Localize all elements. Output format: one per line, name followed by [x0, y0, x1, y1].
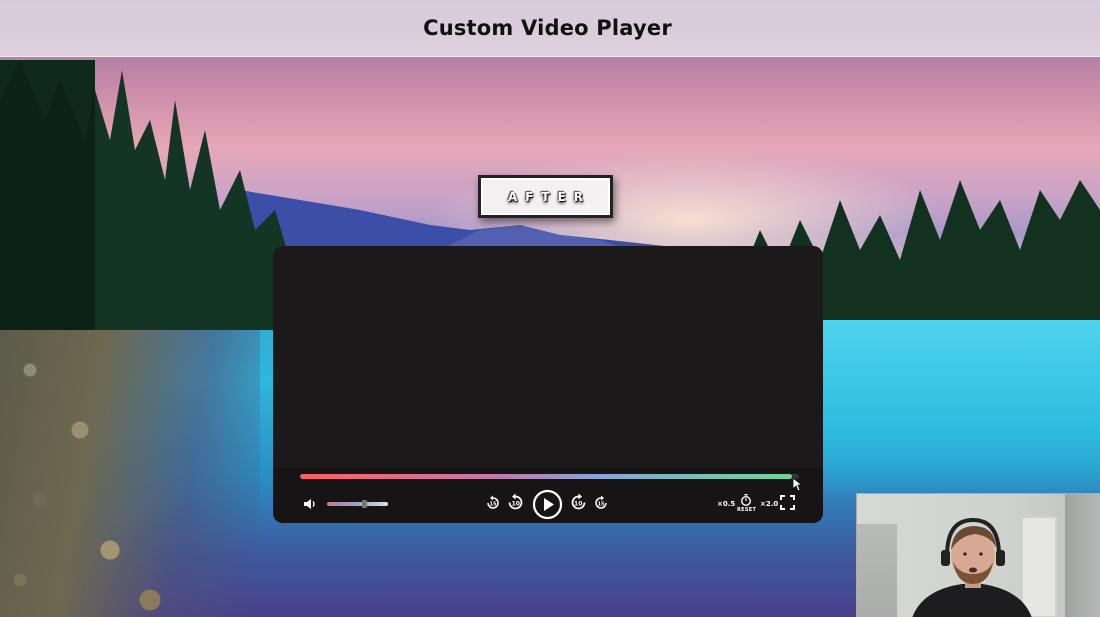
- forward-icon: 10: [571, 493, 586, 510]
- volume-thumb[interactable]: [361, 500, 367, 508]
- faster-speed-button[interactable]: ×2.0: [760, 500, 778, 508]
- rocky-shore: [0, 310, 260, 617]
- webcam-overlay: [856, 493, 1100, 617]
- play-icon: [532, 489, 563, 520]
- webcam-door-frame: [1065, 494, 1100, 617]
- after-badge: AFTER: [478, 175, 613, 218]
- rewind-15-label: 15: [490, 502, 497, 508]
- progress-bar[interactable]: [300, 474, 799, 479]
- lake-shine: [820, 320, 1100, 500]
- page-header: Custom Video Player: [0, 0, 1100, 57]
- fullscreen-button[interactable]: [780, 495, 795, 510]
- forward-15-label: 15: [598, 502, 605, 508]
- rewind-icon: 10: [508, 493, 523, 510]
- progress-fill: [300, 474, 792, 479]
- after-badge-label: AFTER: [507, 189, 592, 204]
- video-area[interactable]: [273, 246, 823, 468]
- rewind-10-label: 10: [512, 501, 520, 508]
- page-title: Custom Video Player: [423, 16, 672, 40]
- forward-10-label: 10: [574, 501, 582, 508]
- fullscreen-icon: [780, 495, 795, 510]
- volume-slider[interactable]: [327, 500, 388, 508]
- volume-icon[interactable]: [303, 497, 317, 511]
- play-button[interactable]: [532, 489, 563, 520]
- player-controls: 15 10 10 15 ×0.5 RESET ×2.0: [273, 468, 823, 523]
- slower-speed-button[interactable]: ×0.5: [717, 500, 735, 508]
- reset-label: RESET: [737, 507, 757, 513]
- rewind-10-button[interactable]: 10: [506, 493, 525, 512]
- forest-left: [0, 60, 290, 330]
- webcam-person: [912, 517, 1032, 617]
- forward-10-button[interactable]: 10: [569, 493, 588, 512]
- forward-15-button[interactable]: 15: [593, 495, 609, 511]
- reset-speed-button[interactable]: [740, 494, 752, 506]
- forward-icon: 15: [595, 495, 607, 509]
- stopwatch-icon: [741, 494, 751, 506]
- mouse-cursor-icon: [793, 478, 803, 492]
- rewind-15-button[interactable]: 15: [485, 495, 501, 511]
- video-player: 15 10 10 15 ×0.5 RESET ×2.0: [273, 246, 823, 523]
- rewind-icon: 15: [487, 495, 499, 509]
